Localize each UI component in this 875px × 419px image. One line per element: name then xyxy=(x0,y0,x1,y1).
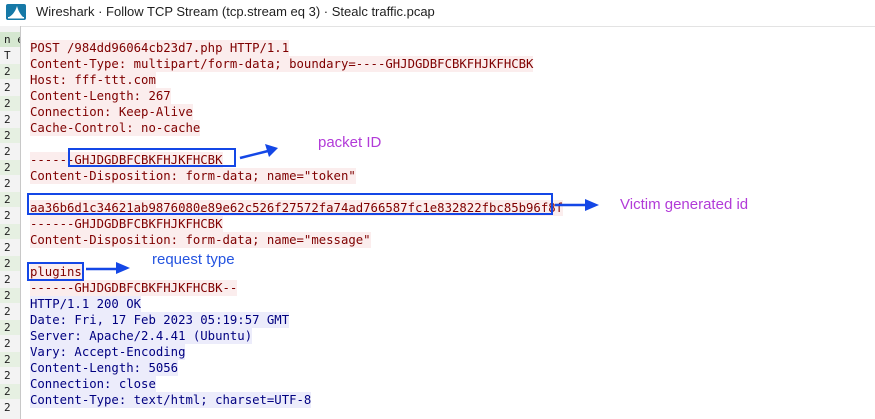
client-line: Content-Length: 267 xyxy=(30,88,171,104)
background-row: n e xyxy=(0,32,20,47)
stream-content[interactable]: POST /984dd96064cb23d7.php HTTP/1.1 Conte… xyxy=(21,36,875,419)
background-row: 2 xyxy=(0,160,20,175)
victim-id-note: Victim generated id xyxy=(620,196,749,213)
background-row: 2 xyxy=(4,241,11,254)
client-line: Host: fff-ttt.com xyxy=(30,72,156,88)
victim-id-highlight xyxy=(27,193,553,215)
server-line: Content-Type: text/html; charset=UTF-8 xyxy=(30,392,312,408)
background-row: 2 xyxy=(4,401,11,414)
background-row: 2 xyxy=(0,96,20,111)
server-line: Server: Apache/2.4.41 (Ubuntu) xyxy=(30,328,253,344)
server-line: Connection: close xyxy=(30,376,156,392)
background-row: 2 xyxy=(4,209,11,222)
window-title: Wireshark · Follow TCP Stream (tcp.strea… xyxy=(36,4,435,19)
background-row: 2 xyxy=(0,320,20,335)
background-row: 2 xyxy=(0,64,20,79)
background-row: 2 xyxy=(0,352,20,367)
window-titlebar[interactable]: Wireshark · Follow TCP Stream (tcp.strea… xyxy=(0,0,875,27)
wireshark-fin-icon xyxy=(6,4,26,20)
victim-id-arrow xyxy=(555,199,599,211)
background-row: 2 xyxy=(0,192,20,207)
packet-id-highlight xyxy=(68,148,236,167)
client-line: ------GHJDGDBFCBKFHJKFHCBK xyxy=(30,216,223,232)
background-packet-list: n e T 2 2 2 2 2 2 2 2 2 2 2 2 2 2 2 2 2 2 2 2 2 2 xyxy=(0,26,21,419)
background-row: 2 xyxy=(4,273,11,286)
packet-id-arrow xyxy=(239,144,278,160)
background-row: 2 xyxy=(4,305,11,318)
background-row: 2 xyxy=(0,256,20,271)
background-row: 2 xyxy=(4,177,11,190)
server-line: HTTP/1.1 200 OK xyxy=(30,296,142,312)
packet-id-note: packet ID xyxy=(318,134,382,151)
client-line: Content-Type: multipart/form-data; bound… xyxy=(30,56,534,72)
request-type-arrow xyxy=(86,262,130,274)
client-line: POST /984dd96064cb23d7.php HTTP/1.1 xyxy=(30,40,290,56)
client-line: ------GHJDGDBFCBKFHJKFHCBK-- xyxy=(30,280,238,296)
server-line: Vary: Accept-Encoding xyxy=(30,344,186,360)
server-line: Content-Length: 5056 xyxy=(30,360,179,376)
client-line: Cache-Control: no-cache xyxy=(30,120,201,136)
client-line: Content-Disposition: form-data; name="to… xyxy=(30,168,356,184)
background-row: 2 xyxy=(0,384,20,399)
background-row: 2 xyxy=(4,337,11,350)
client-line: Content-Disposition: form-data; name="me… xyxy=(30,232,371,248)
background-row: 2 xyxy=(0,288,20,303)
background-row: 2 xyxy=(4,145,11,158)
background-row: T xyxy=(4,49,11,62)
client-line: Connection: Keep-Alive xyxy=(30,104,193,120)
background-row: 2 xyxy=(0,128,20,143)
background-row: 2 xyxy=(4,113,11,126)
request-type-note: request type xyxy=(152,251,235,268)
background-row: 2 xyxy=(0,224,20,239)
request-type-highlight xyxy=(27,262,84,281)
background-row: 2 xyxy=(4,81,11,94)
server-line: Date: Fri, 17 Feb 2023 05:19:57 GMT xyxy=(30,312,290,328)
background-row: 2 xyxy=(4,369,11,382)
